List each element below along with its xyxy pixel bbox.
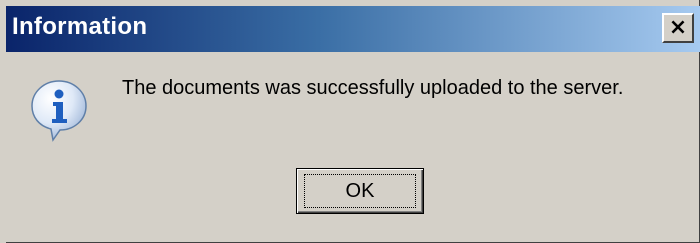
message-text: The documents was successfully uploaded … — [122, 77, 624, 99]
ok-button-label: OK — [304, 174, 416, 208]
close-icon: × — [668, 15, 688, 40]
close-button[interactable]: × — [662, 13, 694, 43]
title-bar[interactable]: Information × — [6, 6, 700, 52]
info-icon — [31, 80, 87, 142]
information-dialog: Information × The documents was successf… — [0, 0, 700, 243]
window-title: Information — [12, 13, 148, 40]
ok-button[interactable]: OK — [296, 168, 424, 214]
